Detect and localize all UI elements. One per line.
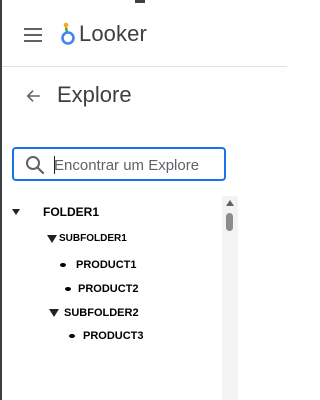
looker-logo-icon [61, 22, 75, 45]
caret-down-icon[interactable] [49, 309, 59, 317]
looker-logo[interactable]: Looker [60, 21, 147, 47]
tree-item-label: SUBFOLDER2 [64, 307, 139, 319]
explore-search-box[interactable] [12, 147, 226, 181]
tree-item-product1[interactable]: PRODUCT1 [60, 259, 137, 271]
tree-scrollbar[interactable] [222, 196, 238, 400]
tree-item-product2[interactable]: PRODUCT2 [65, 283, 139, 295]
tree-item-folder1[interactable]: FOLDER1 [12, 205, 99, 219]
main-menu-button[interactable] [22, 26, 44, 44]
tree-item-subfolder1[interactable]: SUBFOLDER1 [47, 233, 127, 244]
app-name: Looker [79, 21, 147, 46]
search-icon [26, 156, 45, 175]
text-cursor [54, 156, 55, 174]
explore-tree: FOLDER1 SUBFOLDER1 PRODUCT1 PRODUCT2 SUB… [0, 196, 238, 396]
page-title: Explore [57, 82, 132, 107]
bullet-icon [65, 287, 71, 291]
bullet-icon [60, 263, 66, 267]
tree-item-subfolder2[interactable]: SUBFOLDER2 [49, 307, 139, 319]
scroll-up-icon[interactable] [226, 200, 234, 206]
tree-item-label: FOLDER1 [43, 205, 100, 219]
hamburger-menu-icon [24, 28, 42, 30]
app-header: Looker [2, 3, 287, 66]
tree-item-label: SUBFOLDER1 [59, 233, 127, 244]
tree-item-label: PRODUCT1 [76, 259, 137, 271]
explore-search-input[interactable] [54, 154, 219, 176]
scrollbar-thumb[interactable] [226, 213, 233, 231]
bullet-icon [69, 334, 75, 338]
tree-item-label: PRODUCT3 [83, 330, 144, 342]
caret-down-icon[interactable] [47, 234, 57, 243]
page-header: Explore [2, 80, 287, 114]
tree-item-label: PRODUCT2 [78, 283, 139, 295]
arrow-left-icon[interactable] [24, 87, 42, 105]
caret-down-icon[interactable] [12, 209, 20, 215]
tree-item-product3[interactable]: PRODUCT3 [69, 330, 144, 342]
header-divider [2, 66, 287, 67]
